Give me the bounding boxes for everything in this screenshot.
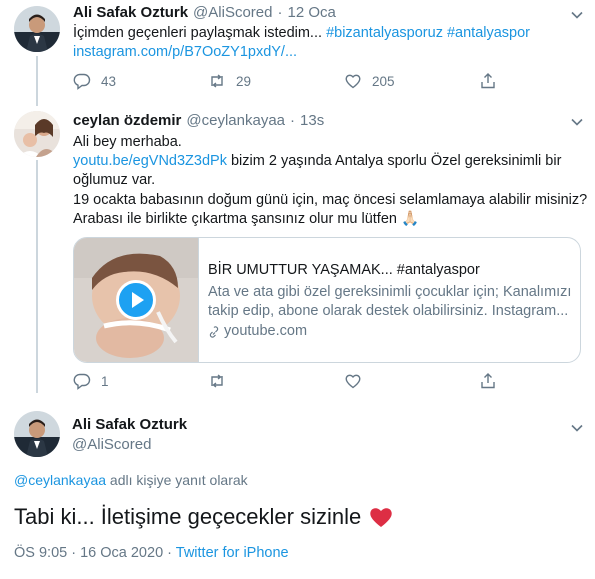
share-button[interactable] (479, 372, 497, 390)
profile-photo (14, 411, 60, 457)
tweet-text: Tabi ki... İletişime geçecekler sizinle (14, 504, 362, 529)
share-icon (481, 373, 495, 389)
red-heart-emoji-icon (370, 508, 392, 527)
focused-tweet-text: Tabi ki... İletişime geçecekler sizinle (14, 504, 393, 530)
tweet-text-line: 19 ocakta babasının doğum günü için, maç… (73, 192, 588, 208)
separator: · (290, 112, 296, 129)
card-description: Ata ve ata gibi özel gereksinimli çocukl… (208, 284, 572, 300)
chevron-down-icon[interactable] (570, 8, 584, 22)
reply-button[interactable]: 1 (73, 372, 109, 390)
share-icon (481, 73, 495, 89)
reply-count: 1 (101, 373, 109, 389)
author-name[interactable]: Ali Safak Ozturk (72, 416, 187, 433)
profile-photo (14, 111, 60, 157)
tweet1-actions: 43 29 205 (73, 72, 578, 92)
separator: · (277, 4, 283, 21)
retweet-count: 29 (236, 73, 252, 89)
chevron-down-icon[interactable] (570, 115, 584, 129)
retweet-icon (211, 74, 223, 88)
avatar-ali-safak-ozturk[interactable] (14, 411, 60, 457)
video-thumbnail[interactable] (74, 238, 198, 362)
replying-to: @ceylankayaa adlı kişiye yanıt olarak (14, 472, 248, 488)
avatar-ceylan-ozdemir[interactable] (14, 111, 60, 157)
separator: · (67, 545, 81, 561)
separator: · (163, 545, 176, 561)
author-handle[interactable]: @ceylankayaa (186, 112, 285, 129)
tweet-time[interactable]: ÖS 9:05 (14, 545, 67, 561)
retweet-button[interactable] (208, 372, 226, 390)
heart-icon (345, 74, 361, 89)
play-button[interactable] (116, 280, 156, 320)
replying-to-text: adlı kişiye yanıt olarak (106, 472, 248, 488)
card-domain: youtube.com (208, 322, 307, 341)
tweet-meta: ÖS 9:05 · 16 Oca 2020 · Twitter for iPho… (14, 545, 289, 561)
like-button[interactable] (344, 372, 362, 390)
hashtag-link[interactable]: #antalyaspor (447, 25, 530, 41)
card-description: takip edip, abone olarak destek olabilir… (208, 303, 569, 319)
tweet-date[interactable]: 16 Oca 2020 (80, 545, 163, 561)
thread-line (36, 56, 38, 106)
reply-icon (73, 373, 91, 390)
retweet-icon (211, 374, 223, 388)
profile-photo (14, 6, 60, 52)
like-count: 205 (372, 73, 395, 89)
card-domain-text: youtube.com (224, 323, 308, 339)
link-preview-card[interactable]: BİR UMUTTUR YAŞAMAK... #antalyaspor Ata … (73, 237, 581, 363)
chevron-down-icon[interactable] (570, 421, 584, 435)
avatar-ali-safak-ozturk[interactable] (14, 6, 60, 52)
youtube-link[interactable]: youtu.be/egVNd3Z3dPk (73, 153, 227, 169)
author-handle[interactable]: @AliScored (193, 4, 272, 21)
like-button[interactable]: 205 (344, 72, 395, 90)
tweet1-text: İçimden geçenleri paylaşmak istedim... #… (73, 24, 530, 43)
card-title[interactable]: BİR UMUTTUR YAŞAMAK... #antalyaspor (208, 262, 480, 278)
reply-icon (73, 73, 91, 90)
author-handle[interactable]: @AliScored (72, 436, 151, 453)
author-name[interactable]: ceylan özdemir (73, 112, 181, 129)
link-icon (209, 325, 219, 338)
client-link[interactable]: Twitter for iPhone (176, 545, 289, 561)
tweet-text-line: Ali bey merhaba. (73, 134, 182, 150)
share-button[interactable] (479, 72, 497, 90)
tweet-date[interactable]: 12 Oca (287, 4, 335, 21)
thread-line (36, 160, 38, 393)
replying-to-handle[interactable]: @ceylankayaa (14, 472, 106, 488)
reply-button[interactable]: 43 (73, 72, 116, 90)
tweet2-header: ceylan özdemir @ceylankayaa · 13s (73, 112, 324, 129)
play-icon (132, 292, 144, 308)
tweet-text: İçimden geçenleri paylaşmak istedim... (73, 25, 327, 41)
retweet-button[interactable]: 29 (208, 72, 251, 90)
tweet-text-line: oğlumuz var. (73, 172, 156, 188)
tweet-text-line: Arabası ile birlikte çıkartma şansınız o… (73, 211, 420, 227)
reply-count: 43 (101, 73, 117, 89)
tweet2-actions: 1 (73, 372, 578, 392)
tweet-time[interactable]: 13s (300, 112, 324, 129)
instagram-link[interactable]: instagram.com/p/B7OoZY1pxdY/... (73, 43, 297, 62)
hashtag-link[interactable]: #bizantalyasporuz (326, 25, 443, 41)
tweet-text-line: youtu.be/egVNd3Z3dPk bizim 2 yaşında Ant… (73, 152, 561, 171)
heart-icon (345, 374, 361, 389)
tweet1-header: Ali Safak Ozturk @AliScored · 12 Oca (73, 4, 336, 21)
card-divider (198, 238, 199, 362)
tweet-text: bizim 2 yaşında Antalya sporlu Özel gere… (226, 153, 562, 169)
author-name[interactable]: Ali Safak Ozturk (73, 4, 188, 21)
